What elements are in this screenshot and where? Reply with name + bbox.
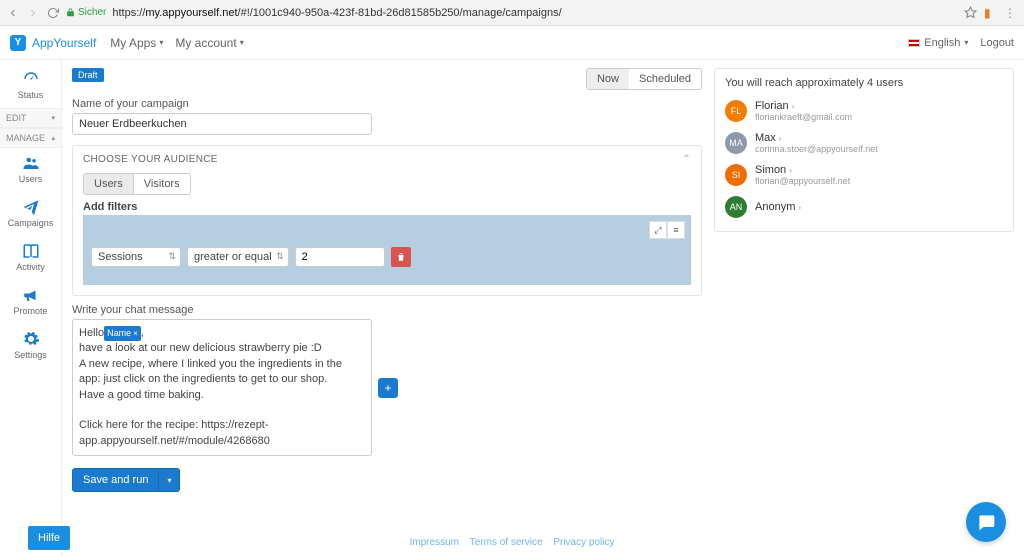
- logout-button[interactable]: Logout: [980, 37, 1014, 49]
- sidebar-item-campaigns[interactable]: Campaigns: [0, 192, 61, 236]
- seg-now[interactable]: Now: [587, 69, 629, 89]
- help-button[interactable]: Hilfe: [28, 526, 70, 550]
- filter-delete-button[interactable]: [391, 247, 411, 267]
- paper-plane-icon: [22, 198, 40, 216]
- back-icon[interactable]: [6, 6, 20, 20]
- timing-segment: Now Scheduled: [586, 68, 702, 90]
- address-bar[interactable]: https://my.appyourself.net/#!/1001c940-9…: [112, 7, 958, 19]
- brand-name: AppYourself: [32, 36, 96, 50]
- gauge-icon: [22, 70, 40, 88]
- reach-user-row[interactable]: SI Simon ›florian@appyourself.net: [725, 159, 1003, 191]
- reach-headline: You will reach approximately 4 users: [725, 77, 1003, 89]
- language-selector[interactable]: English▾: [908, 37, 968, 49]
- reach-user-row[interactable]: AN Anonym ›: [725, 191, 1003, 223]
- sidebar-item-users[interactable]: Users: [0, 148, 61, 192]
- forward-icon[interactable]: [26, 6, 40, 20]
- add-placeholder-button[interactable]: +: [378, 378, 398, 398]
- top-nav: Y AppYourself My Apps▾ My account▾ Engli…: [0, 26, 1024, 60]
- chevron-right-icon: ›: [792, 102, 795, 111]
- user-email: floriankraeft@gmail.com: [755, 112, 852, 122]
- audience-tab-visitors[interactable]: Visitors: [134, 173, 191, 195]
- footer: Impressum Terms of service Privacy polic…: [0, 537, 1024, 548]
- users-icon: [22, 154, 40, 172]
- filters-area: ⤢ ≡ Sessions greater or equal: [83, 215, 691, 285]
- extension-icon[interactable]: ▮: [984, 6, 998, 20]
- footer-impressum[interactable]: Impressum: [410, 537, 459, 548]
- chevron-right-icon: ›: [779, 134, 782, 143]
- save-dropdown-caret[interactable]: ▾: [158, 471, 179, 490]
- chat-fab[interactable]: [966, 502, 1006, 542]
- avatar: FL: [725, 100, 747, 122]
- reload-icon[interactable]: [46, 6, 60, 20]
- message-label: Write your chat message: [72, 304, 702, 316]
- chevron-right-icon: ›: [798, 203, 801, 212]
- filter-row: Sessions greater or equal: [91, 247, 683, 267]
- secure-badge: Sicher: [66, 7, 106, 18]
- flag-icon: [908, 39, 920, 47]
- sidebar-item-settings[interactable]: Settings: [0, 324, 61, 368]
- filters-label: Add filters: [83, 201, 691, 213]
- book-icon: [22, 242, 40, 260]
- user-name: Max ›: [755, 132, 878, 144]
- avatar: SI: [725, 164, 747, 186]
- footer-terms[interactable]: Terms of service: [470, 537, 543, 548]
- chevron-up-icon: ⌃: [682, 154, 691, 165]
- filter-value-input[interactable]: [295, 247, 385, 267]
- my-apps-menu[interactable]: My Apps▾: [110, 36, 163, 50]
- audience-panel: CHOOSE YOUR AUDIENCE ⌃ Users Visitors Ad…: [72, 145, 702, 296]
- chevron-right-icon: ›: [789, 166, 792, 175]
- reach-user-row[interactable]: MA Max ›corinna.stoer@appyourself.net: [725, 127, 1003, 159]
- message-textarea[interactable]: HelloName×, have a look at our new delic…: [72, 319, 372, 456]
- filter-op-select[interactable]: greater or equal: [187, 247, 289, 267]
- filter-field-select[interactable]: Sessions: [91, 247, 181, 267]
- avatar: AN: [725, 196, 747, 218]
- draft-badge: Draft: [72, 68, 104, 82]
- user-email: corinna.stoer@appyourself.net: [755, 144, 878, 154]
- more-icon[interactable]: ⋮: [1004, 6, 1018, 20]
- footer-privacy[interactable]: Privacy policy: [553, 537, 614, 548]
- user-name: Anonym ›: [755, 201, 801, 213]
- seg-scheduled[interactable]: Scheduled: [629, 69, 701, 89]
- campaign-editor: Draft Now Scheduled Name of your campaig…: [72, 68, 702, 548]
- user-name: Simon ›: [755, 164, 850, 176]
- sidebar-section-manage[interactable]: MANAGE▴: [0, 128, 61, 148]
- sidebar-item-promote[interactable]: Promote: [0, 280, 61, 324]
- audience-tab-users[interactable]: Users: [83, 173, 134, 195]
- sidebar-section-edit[interactable]: EDIT▾: [0, 108, 61, 128]
- chip-remove-icon[interactable]: ×: [133, 328, 138, 339]
- brand-logo[interactable]: Y AppYourself: [10, 35, 96, 51]
- campaign-name-input[interactable]: [72, 113, 372, 135]
- sidebar-item-activity[interactable]: Activity: [0, 236, 61, 280]
- secure-label: Sicher: [78, 7, 106, 18]
- sidebar-item-status[interactable]: Status: [0, 64, 61, 108]
- reach-panel: You will reach approximately 4 users FLF…: [714, 68, 1014, 232]
- save-and-run-button[interactable]: Save and run ▾: [72, 468, 180, 492]
- name-chip[interactable]: Name×: [104, 326, 141, 341]
- filter-expand-button[interactable]: ⤢: [649, 221, 667, 239]
- reach-user-row[interactable]: FL Florian ›floriankraeft@gmail.com: [725, 95, 1003, 127]
- brand-logo-mark: Y: [10, 35, 26, 51]
- filter-list-button[interactable]: ≡: [667, 221, 685, 239]
- user-name: Florian ›: [755, 100, 852, 112]
- chat-icon: [976, 512, 996, 532]
- user-email: florian@appyourself.net: [755, 176, 850, 186]
- avatar: MA: [725, 132, 747, 154]
- bullhorn-icon: [22, 286, 40, 304]
- audience-panel-header[interactable]: CHOOSE YOUR AUDIENCE ⌃: [73, 146, 701, 173]
- campaign-name-label: Name of your campaign: [72, 98, 702, 110]
- browser-chrome: Sicher https://my.appyourself.net/#!/100…: [0, 0, 1024, 26]
- sidebar: Status EDIT▾ MANAGE▴ Users Campaigns Act…: [0, 60, 62, 556]
- my-account-menu[interactable]: My account▾: [175, 36, 243, 50]
- star-icon[interactable]: [964, 6, 978, 20]
- gear-icon: [22, 330, 40, 348]
